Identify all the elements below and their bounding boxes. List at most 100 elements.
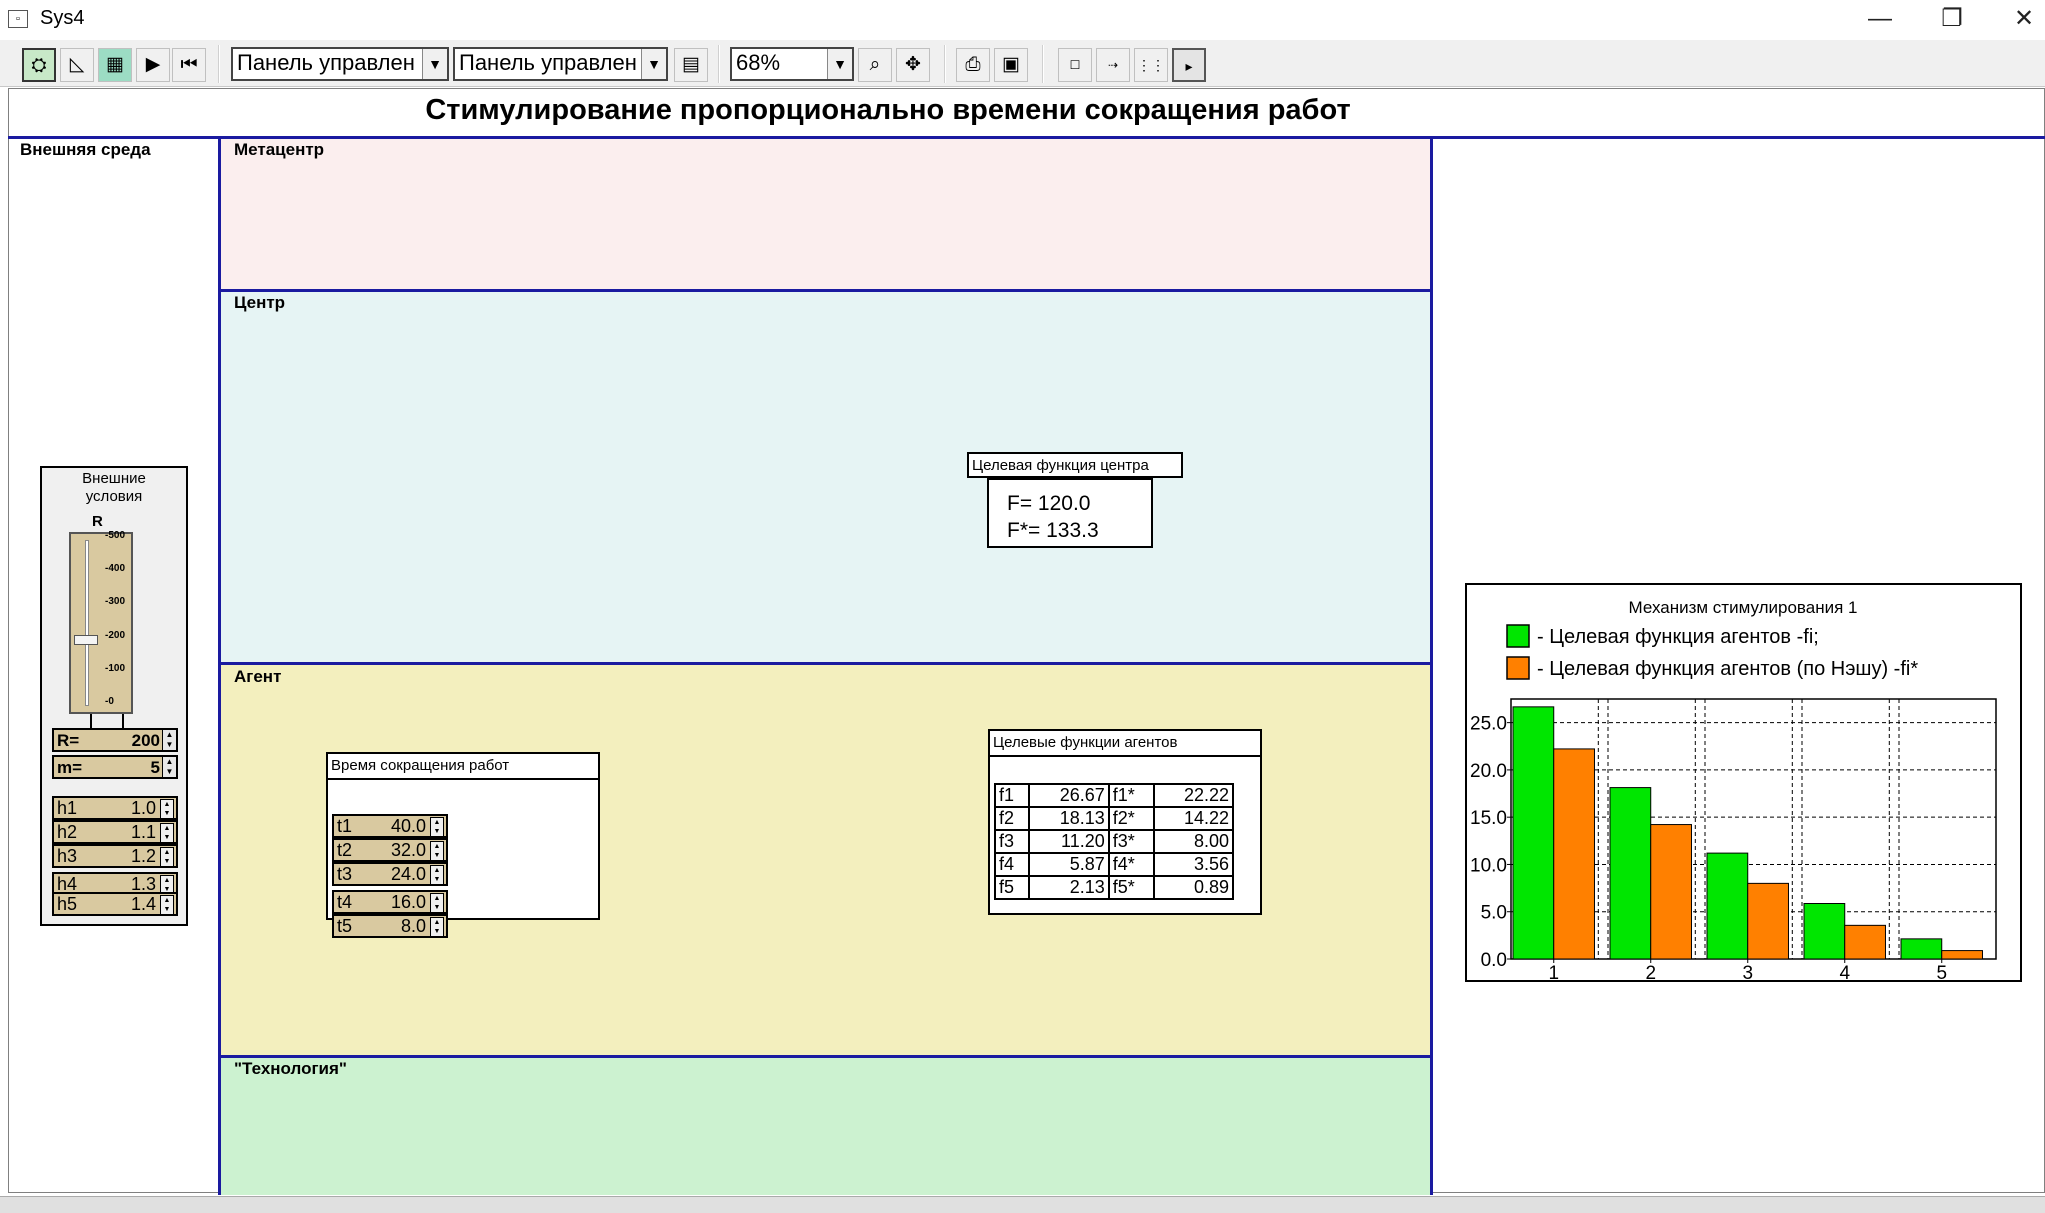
toolbar-separator xyxy=(718,45,720,83)
h-label: h1 xyxy=(57,798,78,818)
agents-function-box: f1 26.67 f1* 22.22 f2 18.13 f2* 14.22 f3 11.20 f3*… xyxy=(988,755,1262,915)
slider-label: R xyxy=(92,513,103,530)
label-box-icon[interactable]: ☐ xyxy=(1058,48,1092,82)
slider-tick-label: -500 xyxy=(105,530,126,541)
bar xyxy=(1941,950,1983,960)
spin-arrows-icon[interactable]: ▲ ▼ xyxy=(162,757,176,777)
connector-line xyxy=(122,714,124,728)
layers-icon[interactable]: ▤ xyxy=(674,48,708,82)
agent-fstar-label: f2* xyxy=(1107,806,1155,831)
reduction-time-box: t1 40.0 ▲ ▼ t2 32.0 ▲ ▼ t3 24.0 ▲ ▼ t4 16.0 ▲ ▼ t5 8.0 ▲ ▼ xyxy=(326,778,600,938)
play-icon[interactable]: ▶ xyxy=(136,48,170,82)
slider-scale: -500 -400 -300 -200 -100 -0 xyxy=(105,530,133,712)
reduction-label: t3 xyxy=(337,864,353,884)
reduction-row-t2[interactable]: t2 32.0 ▲ ▼ xyxy=(332,838,448,862)
reduction-label: t5 xyxy=(337,916,353,936)
reduction-row-t1[interactable]: t1 40.0 ▲ ▼ xyxy=(332,814,448,838)
spin-arrows-icon[interactable]: ▲ ▼ xyxy=(430,917,444,937)
label-arrow-icon[interactable]: ⇢ xyxy=(1096,48,1130,82)
m-value: 5 xyxy=(150,758,160,777)
spin-arrows-icon[interactable]: ▲ ▼ xyxy=(430,817,444,837)
zone-label-center: Центр xyxy=(234,293,286,312)
close-button[interactable]: ✕ xyxy=(1994,0,2045,40)
grid-icon[interactable]: ⋮⋮ xyxy=(1134,48,1168,82)
chevron-down-icon[interactable]: ▼ xyxy=(827,49,852,79)
spin-arrows-icon[interactable]: ▲ ▼ xyxy=(160,895,174,915)
chevron-down-icon[interactable]: ▼ xyxy=(641,49,666,79)
legend-swatch xyxy=(1506,624,1530,648)
bar xyxy=(1803,903,1846,960)
agent-fstar-label: f3* xyxy=(1107,829,1155,854)
slider-tick-label: -400 xyxy=(105,563,126,575)
r-slider[interactable]: -500 -400 -300 -200 -100 -0 xyxy=(69,530,133,714)
agent-fstar-value: 3.56 xyxy=(1152,852,1235,877)
y-tick-label: 5.0 xyxy=(1481,903,1507,924)
env-title-line1: Внешние xyxy=(82,470,146,487)
spin-arrows-icon[interactable]: ▲ ▼ xyxy=(160,847,174,867)
m-spinner[interactable]: m= 5 ▲ ▼ xyxy=(52,755,178,779)
external-conditions-panel: Внешние условия R -500 -400 -300 -200 -100 -0… xyxy=(40,466,188,926)
reduction-row-t3[interactable]: t3 24.0 ▲ ▼ xyxy=(332,862,448,886)
connector-line xyxy=(90,714,92,728)
model-icon[interactable]: ⛭ xyxy=(22,48,56,82)
x-tick-label: 4 xyxy=(1839,963,1850,980)
reduction-row-t5[interactable]: t5 8.0 ▲ ▼ xyxy=(332,914,448,938)
h-value: 1.4 xyxy=(130,894,156,914)
spin-arrows-icon[interactable]: ▲ ▼ xyxy=(430,893,444,913)
page-setup-icon[interactable]: ▣ xyxy=(994,48,1028,82)
triangle-tool-icon[interactable]: ◺ xyxy=(60,48,94,82)
slider-tick-label: -100 xyxy=(105,662,126,674)
legend-label: - Целевая функция агентов -fi; xyxy=(1537,626,1819,648)
h2-spinner[interactable]: h2 1.1 ▲ ▼ xyxy=(52,820,178,844)
calculator-icon[interactable]: ▦ xyxy=(98,48,132,82)
bar xyxy=(1900,938,1943,960)
agent-f-label: f4 xyxy=(993,852,1031,877)
toolbar-separator xyxy=(218,45,220,83)
h1-spinner[interactable]: h1 1.0 ▲ ▼ xyxy=(52,796,178,820)
spin-arrows-icon[interactable]: ▲ ▼ xyxy=(430,865,444,885)
panel-select-2[interactable]: Панель управлен ▼ xyxy=(453,47,668,81)
spin-arrows-icon[interactable]: ▲ ▼ xyxy=(160,823,174,843)
print-icon[interactable]: ⎙ xyxy=(956,48,990,82)
reduction-time-title: Время сокращения работ xyxy=(326,752,600,780)
h-label: h5 xyxy=(57,894,78,914)
y-tick-label: 0.0 xyxy=(1481,950,1507,971)
restore-button[interactable]: ❐ xyxy=(1922,0,1982,40)
legend-swatch xyxy=(1506,656,1530,680)
zone-label-agent: Агент xyxy=(234,667,282,686)
agents-function-row: f1 26.67 f1* 22.22 xyxy=(993,783,1235,808)
bar xyxy=(1747,882,1789,960)
rewind-icon[interactable]: ⏮ xyxy=(172,48,206,82)
spin-arrows-icon[interactable]: ▲ ▼ xyxy=(430,841,444,861)
zone-label-technology: "Технология" xyxy=(234,1059,347,1078)
panel-select-1[interactable]: Панель управлен ▼ xyxy=(231,47,449,81)
spin-arrows-icon[interactable]: ▲ ▼ xyxy=(160,799,174,819)
x-tick-label: 5 xyxy=(1936,963,1947,980)
search-icon[interactable]: ⌕ xyxy=(858,48,892,82)
spin-arrows-icon[interactable]: ▲ ▼ xyxy=(162,730,176,750)
h3-spinner[interactable]: h3 1.2 ▲ ▼ xyxy=(52,844,178,868)
zone-label-external: Внешняя среда xyxy=(20,140,151,159)
zoom-select[interactable]: 68% ▼ xyxy=(730,47,854,81)
r-spinner[interactable]: R= 200 ▲ ▼ xyxy=(52,728,178,752)
h-label: h2 xyxy=(57,822,78,842)
slider-thumb[interactable] xyxy=(74,634,98,645)
y-tick-label: 15.0 xyxy=(1470,808,1507,829)
agent-f-value: 2.13 xyxy=(1028,875,1110,900)
reduction-value: 40.0 xyxy=(390,816,426,836)
window-title: Sys4 xyxy=(40,7,85,29)
move-icon[interactable]: ✥ xyxy=(896,48,930,82)
agents-function-row: f2 18.13 f2* 14.22 xyxy=(993,806,1235,831)
reduction-row-t4[interactable]: t4 16.0 ▲ ▼ xyxy=(332,890,448,914)
h5-spinner[interactable]: h5 1.4 ▲ ▼ xyxy=(52,892,178,916)
snap-grid-icon[interactable]: ▸ xyxy=(1172,48,1206,82)
bar xyxy=(1553,748,1595,960)
right-column-divider xyxy=(1430,136,1433,1195)
minimize-button[interactable]: — xyxy=(1850,0,1910,40)
y-tick-label: 20.0 xyxy=(1470,761,1507,782)
metacenter-zone xyxy=(221,139,1430,289)
panel-select-2-value: Панель управлен xyxy=(459,50,637,75)
chevron-down-icon[interactable]: ▼ xyxy=(422,49,447,79)
y-tick-label: 25.0 xyxy=(1470,714,1507,735)
app-icon[interactable]: ▫ xyxy=(8,10,28,28)
